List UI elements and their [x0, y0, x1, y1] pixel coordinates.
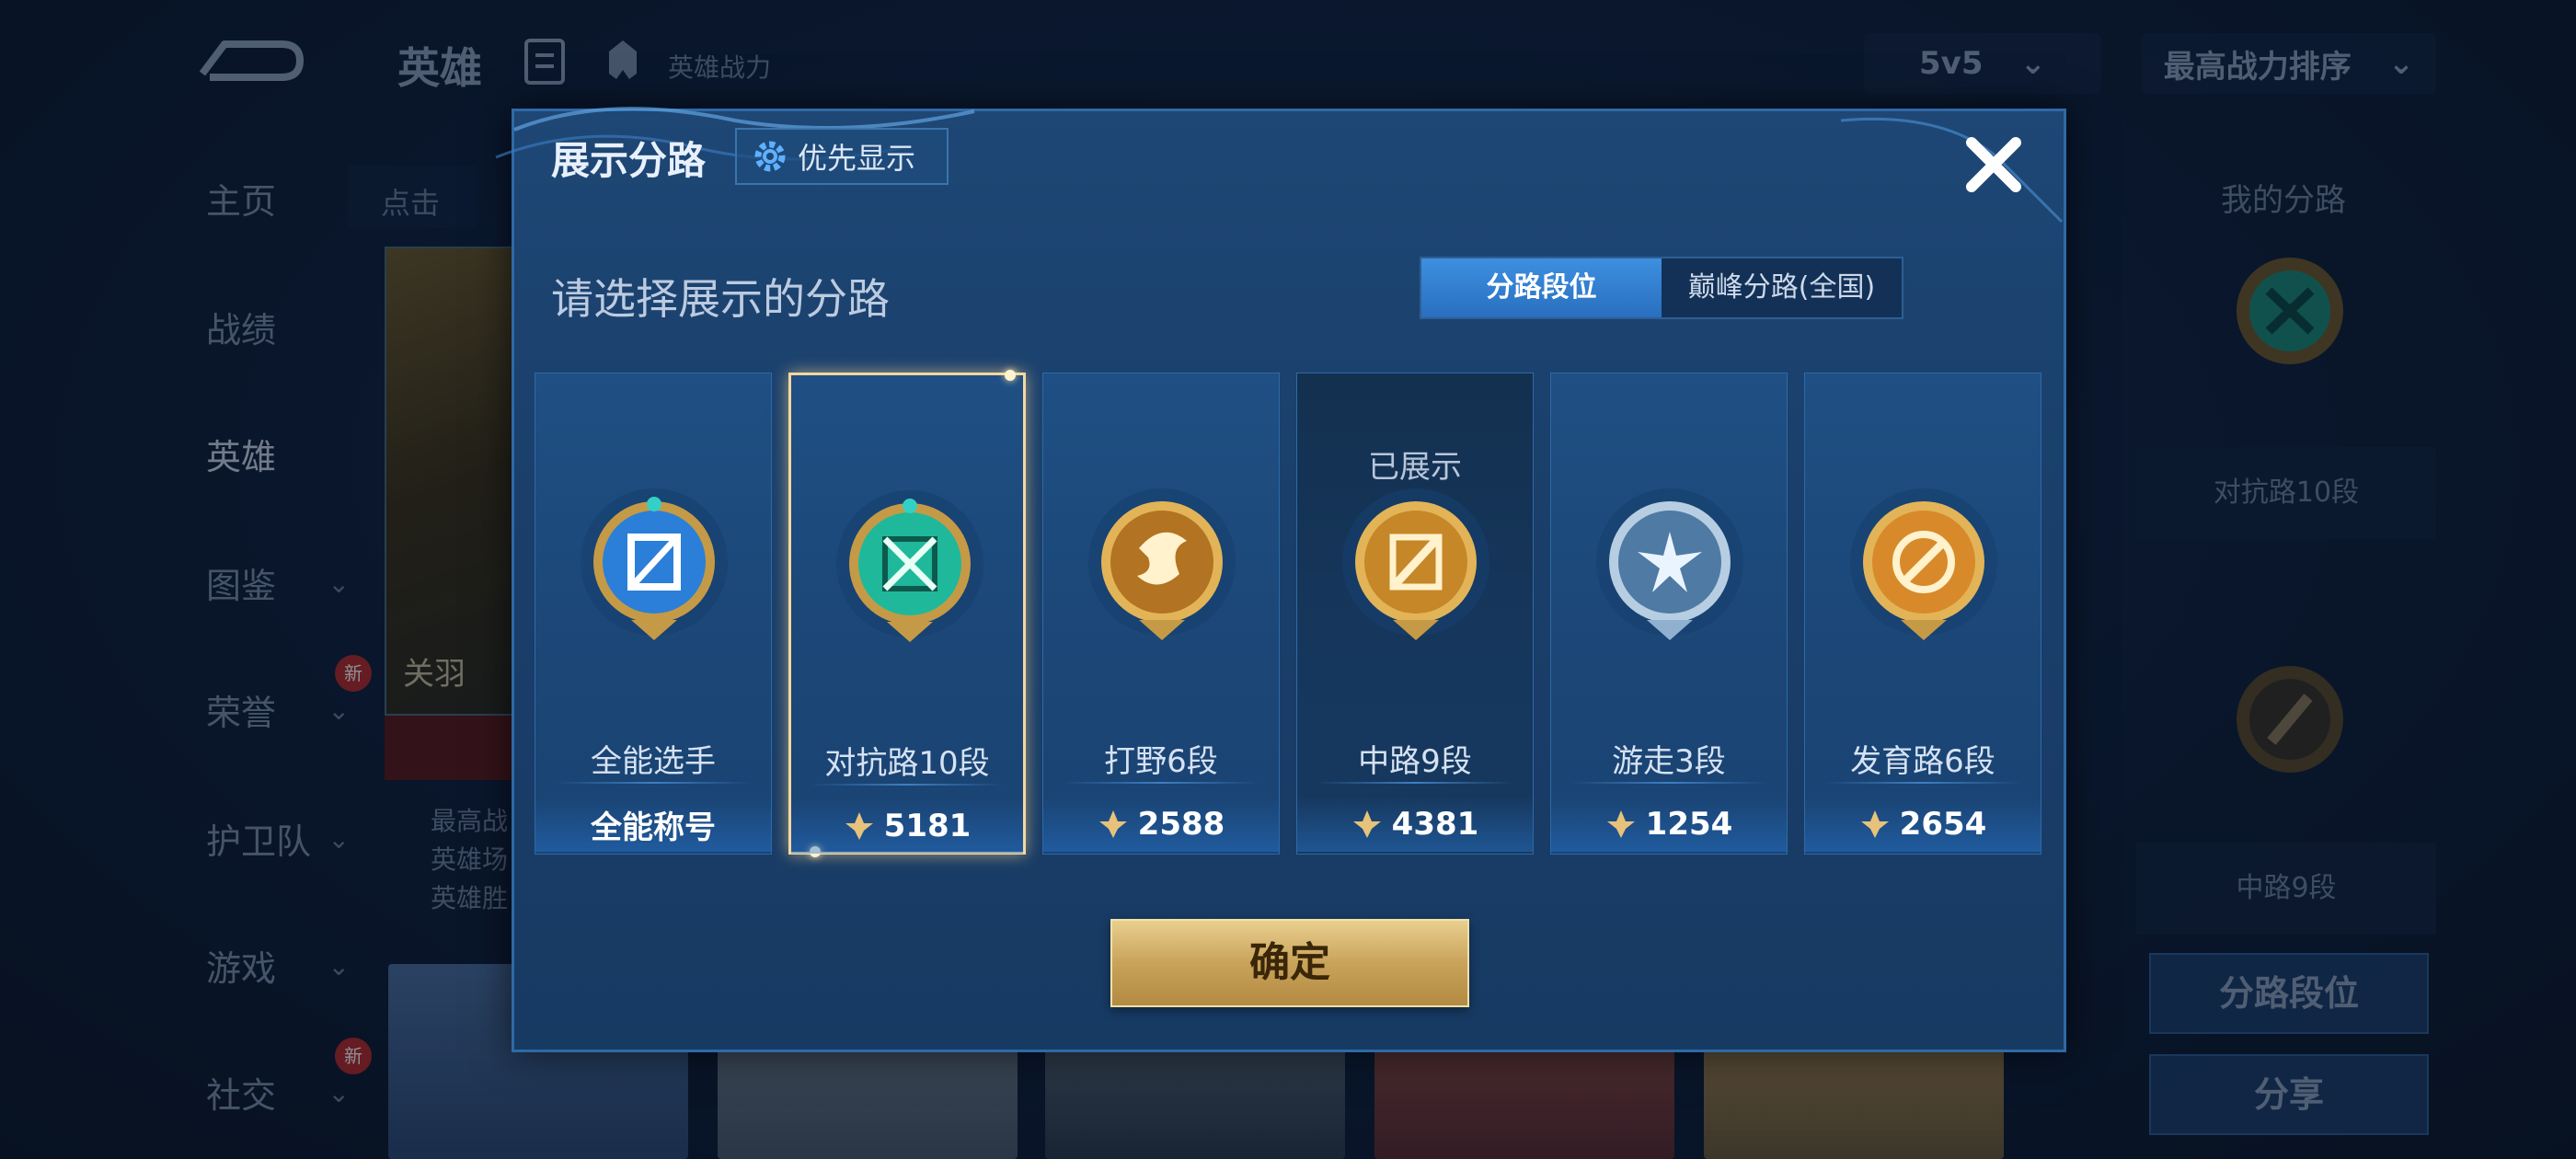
lane-bottom: 2654	[1805, 797, 2041, 852]
priority-display-label: 优先显示	[798, 141, 916, 176]
lane-score: 4381	[1391, 806, 1479, 843]
dialog-subtitle: 请选择展示的分路	[551, 274, 890, 324]
lane-score: 2654	[1899, 806, 1987, 843]
lane-card-jungle[interactable]: 打野6段 2588	[1042, 373, 1280, 855]
divider	[1316, 782, 1514, 784]
clash-lane-badge-icon	[836, 490, 983, 642]
lane-card-clash[interactable]: 对抗路10段 5181	[788, 370, 1026, 857]
power-icon	[1606, 810, 1635, 838]
lane-name: 打野6段	[1104, 743, 1218, 780]
lane-bottom: 2588	[1043, 797, 1279, 852]
lane-card-mid[interactable]: 已展示 中路9段 4381	[1296, 373, 1534, 855]
confirm-button[interactable]: 确定	[1110, 919, 1469, 1007]
dialog-title: 展示分路	[551, 138, 707, 183]
lane-bottom: 5181	[791, 798, 1023, 854]
shown-tag: 已展示	[1368, 449, 1462, 486]
tab-peak-lane[interactable]: 巅峰分路(全国)	[1662, 258, 1902, 317]
priority-display-button[interactable]: 优先显示	[735, 128, 949, 185]
lane-score: 2588	[1137, 806, 1225, 843]
jungle-badge-icon	[1088, 488, 1236, 640]
power-icon	[1352, 810, 1381, 838]
all-round-badge-icon	[581, 488, 728, 640]
lane-score: 5181	[883, 808, 972, 844]
ornament-swirl	[1840, 117, 2064, 224]
lane-card-roam[interactable]: 游走3段 1254	[1550, 373, 1788, 855]
power-icon	[1860, 810, 1889, 838]
divider	[1823, 782, 2022, 784]
power-icon	[1098, 810, 1127, 838]
tab-lane-rank[interactable]: 分路段位	[1421, 258, 1662, 317]
lane-name: 发育路6段	[1850, 743, 1995, 780]
lane-name: 游走3段	[1612, 743, 1726, 780]
lane-name: 对抗路10段	[824, 745, 990, 782]
power-icon	[845, 812, 873, 840]
lane-bottom: 全能称号	[535, 797, 771, 852]
divider	[810, 784, 1005, 786]
lane-tabs: 分路段位 巅峰分路(全国)	[1420, 257, 1903, 319]
lane-card-all-round[interactable]: 全能选手 全能称号	[535, 373, 772, 855]
lane-bottom: 4381	[1297, 797, 1533, 852]
lane-card-farm[interactable]: 发育路6段 2654	[1804, 373, 2041, 855]
all-round-title: 全能称号	[591, 809, 716, 846]
close-icon[interactable]	[1957, 128, 2030, 201]
lane-name: 中路9段	[1358, 743, 1472, 780]
roam-badge-icon	[1596, 488, 1743, 640]
farm-lane-badge-icon	[1850, 488, 1997, 640]
mid-lane-badge-icon	[1342, 488, 1489, 640]
gear-icon	[754, 141, 786, 172]
divider	[1062, 782, 1260, 784]
lane-bottom: 1254	[1551, 797, 1787, 852]
lane-display-dialog: 展示分路 优先显示 请选择展示的分路 分路段位 巅峰分路(全国) 全能选手 全能…	[495, 107, 2066, 1052]
divider	[554, 782, 753, 784]
selection-spark	[1005, 370, 1016, 381]
divider	[1570, 782, 1768, 784]
lane-score: 1254	[1645, 806, 1733, 843]
lane-name: 全能选手	[591, 743, 716, 780]
